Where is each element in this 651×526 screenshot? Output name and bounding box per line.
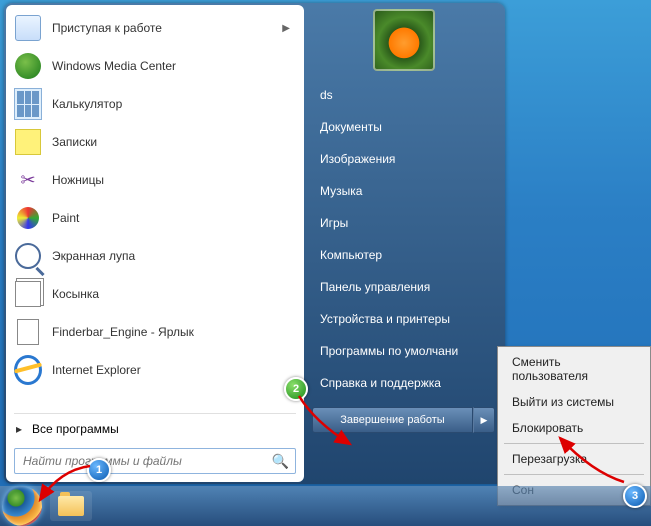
- program-list: Приступая к работе▶ Windows Media Center…: [6, 9, 304, 411]
- prog-magnifier[interactable]: Экранная лупа: [6, 237, 304, 275]
- submenu-lock[interactable]: Блокировать: [500, 415, 648, 441]
- right-item-documents[interactable]: Документы: [304, 111, 503, 143]
- prog-label: Finderbar_Engine - Ярлык: [52, 325, 296, 339]
- right-item-games[interactable]: Игры: [304, 207, 503, 239]
- triangle-icon: ▸: [16, 422, 22, 436]
- prog-ie[interactable]: Internet Explorer: [6, 351, 304, 389]
- prog-label: Приступая к работе: [52, 21, 282, 35]
- prog-snip[interactable]: ✂ Ножницы: [6, 161, 304, 199]
- prog-label: Калькулятор: [52, 97, 296, 111]
- search-icon[interactable]: 🔍: [272, 453, 289, 470]
- sticky-notes-icon: [14, 128, 42, 156]
- start-right-pane: ds Документы Изображения Музыка Игры Ком…: [304, 5, 503, 482]
- submenu-arrow-icon: ▶: [282, 23, 290, 34]
- callout-1: 1: [87, 458, 111, 482]
- right-item-music[interactable]: Музыка: [304, 175, 503, 207]
- paint-icon: [14, 204, 42, 232]
- callout-3: 3: [623, 484, 647, 508]
- shortcut-icon: [14, 318, 42, 346]
- prog-label: Записки: [52, 135, 296, 149]
- right-item-user[interactable]: ds: [304, 79, 503, 111]
- right-item-control-panel[interactable]: Панель управления: [304, 271, 503, 303]
- prog-label: Windows Media Center: [52, 59, 296, 73]
- calculator-icon: [14, 90, 42, 118]
- solitaire-icon: [14, 280, 42, 308]
- submenu-restart[interactable]: Перезагрузка: [500, 446, 648, 472]
- start-menu: Приступая к работе▶ Windows Media Center…: [4, 3, 505, 484]
- ie-icon: [14, 356, 42, 384]
- prog-label: Internet Explorer: [52, 363, 296, 377]
- submenu-switch-user[interactable]: Сменить пользователя: [500, 349, 648, 389]
- right-item-devices[interactable]: Устройства и принтеры: [304, 303, 503, 335]
- shutdown-options-button[interactable]: ▶: [473, 407, 495, 433]
- shutdown-button[interactable]: Завершение работы: [312, 407, 473, 433]
- folder-icon: [58, 496, 84, 516]
- prog-label: Экранная лупа: [52, 249, 296, 263]
- right-item-default-programs[interactable]: Программы по умолчани: [304, 335, 503, 367]
- user-picture[interactable]: [373, 9, 435, 71]
- taskbar: [0, 486, 651, 526]
- prog-label: Paint: [52, 211, 296, 225]
- shutdown-submenu: Сменить пользователя Выйти из системы Бл…: [497, 346, 651, 506]
- prog-wmc[interactable]: Windows Media Center: [6, 47, 304, 85]
- prog-label: Косынка: [52, 287, 296, 301]
- submenu-logoff[interactable]: Выйти из системы: [500, 389, 648, 415]
- start-button[interactable]: [2, 486, 42, 526]
- right-item-computer[interactable]: Компьютер: [304, 239, 503, 271]
- prog-notes[interactable]: Записки: [6, 123, 304, 161]
- submenu-separator: [504, 443, 644, 444]
- right-item-help[interactable]: Справка и поддержка: [304, 367, 503, 399]
- prog-finderbar[interactable]: Finderbar_Engine - Ярлык: [6, 313, 304, 351]
- all-programs-label: Все программы: [32, 422, 119, 436]
- prog-getting-started[interactable]: Приступая к работе▶: [6, 9, 304, 47]
- getting-started-icon: [14, 14, 42, 42]
- taskbar-explorer[interactable]: [50, 491, 92, 521]
- start-left-pane: Приступая к работе▶ Windows Media Center…: [6, 5, 304, 482]
- prog-label: Ножницы: [52, 173, 296, 187]
- wmc-icon: [14, 52, 42, 80]
- separator: [14, 413, 296, 414]
- callout-2: 2: [284, 377, 308, 401]
- prog-calc[interactable]: Калькулятор: [6, 85, 304, 123]
- shutdown-row: Завершение работы ▶: [312, 407, 495, 433]
- all-programs[interactable]: ▸ Все программы: [6, 416, 304, 442]
- right-item-pictures[interactable]: Изображения: [304, 143, 503, 175]
- prog-solitaire[interactable]: Косынка: [6, 275, 304, 313]
- search-box[interactable]: 🔍: [14, 448, 296, 474]
- submenu-separator: [504, 474, 644, 475]
- search-input[interactable]: [21, 453, 272, 469]
- prog-paint[interactable]: Paint: [6, 199, 304, 237]
- magnifier-icon: [14, 242, 42, 270]
- scissors-icon: ✂: [14, 166, 42, 194]
